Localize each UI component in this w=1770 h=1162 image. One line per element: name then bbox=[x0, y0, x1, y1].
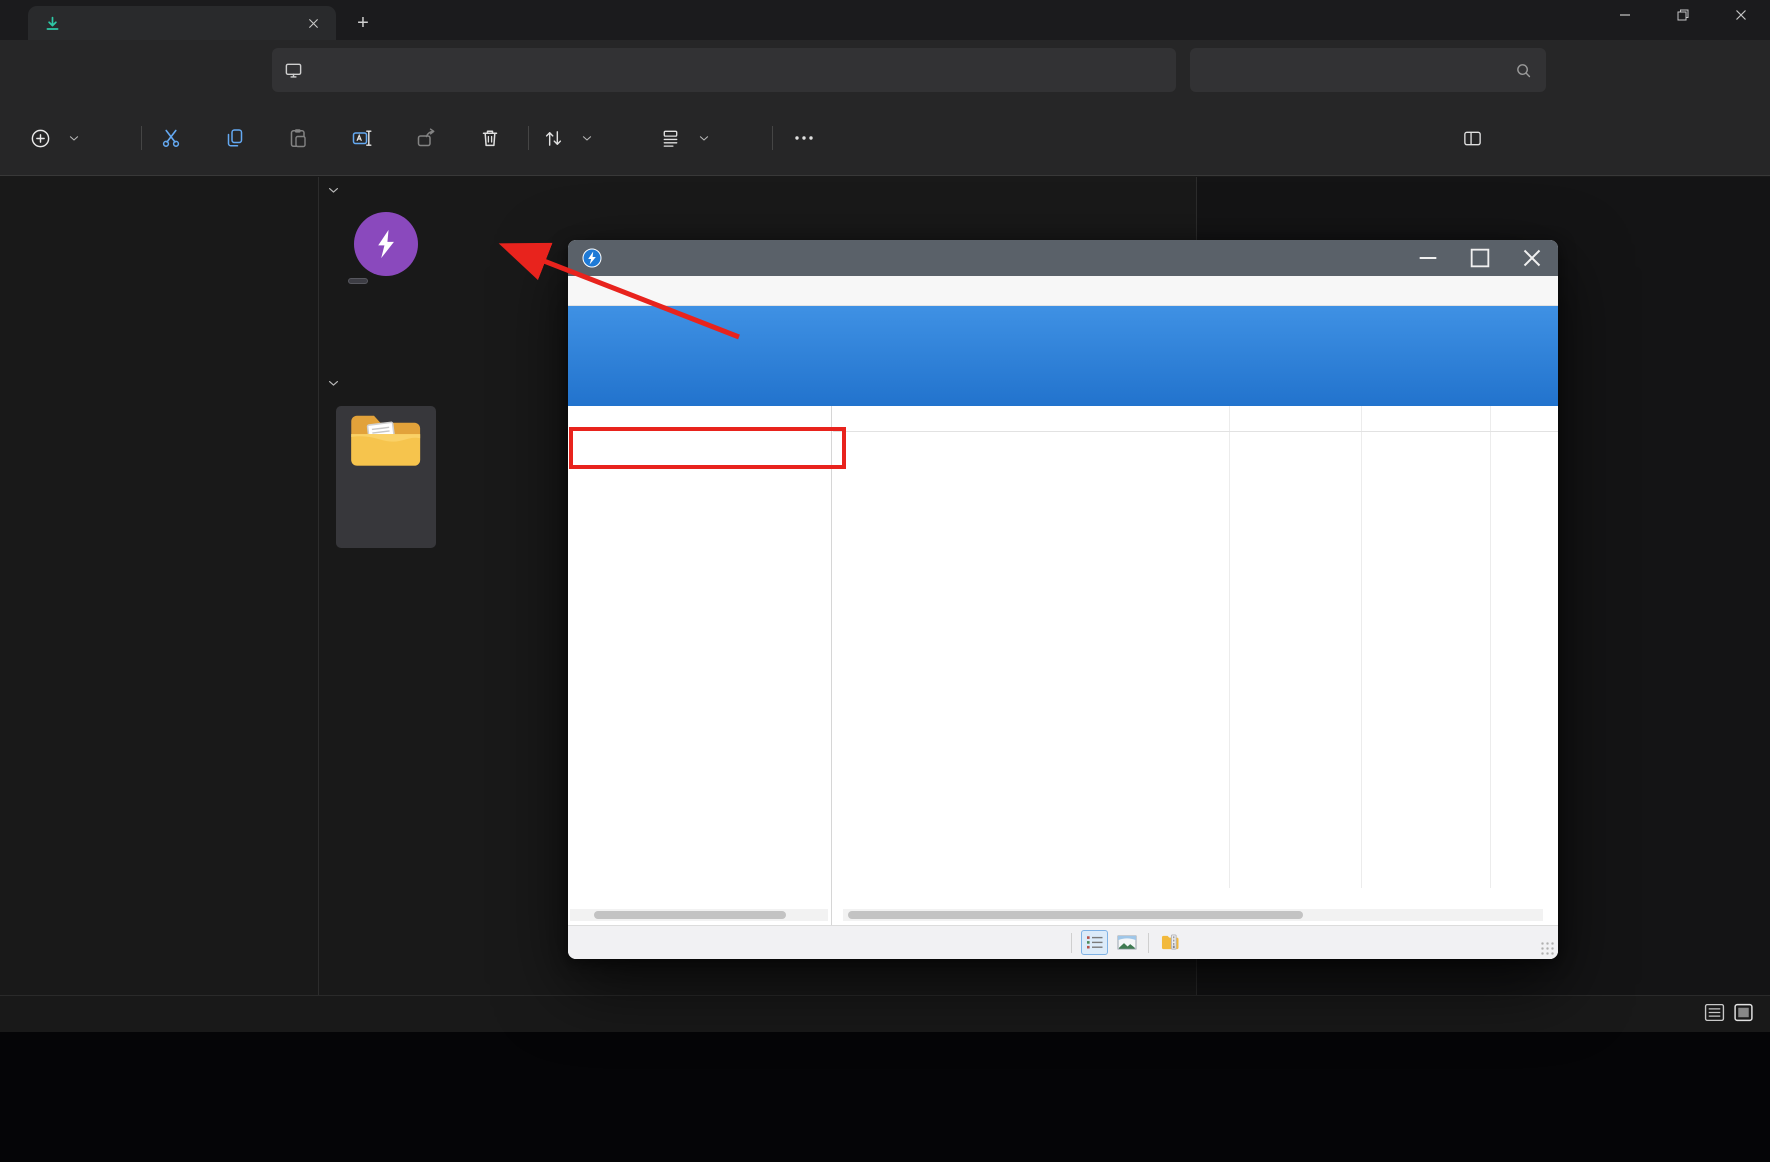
explorer-status-bar bbox=[0, 995, 1770, 1032]
more-button[interactable] bbox=[784, 118, 824, 158]
view-button[interactable] bbox=[660, 118, 709, 158]
horizontal-scrollbar[interactable] bbox=[843, 909, 1543, 921]
details-view-icon[interactable] bbox=[1704, 1003, 1725, 1022]
chevron-down-icon bbox=[699, 135, 709, 141]
column-divider bbox=[1361, 406, 1362, 888]
desktop-area bbox=[0, 1032, 1770, 1162]
rar-file-icon bbox=[348, 212, 418, 284]
minimize-icon[interactable] bbox=[1596, 0, 1654, 30]
copy-button[interactable] bbox=[215, 118, 255, 158]
group-header-earlier[interactable] bbox=[328, 380, 348, 387]
divider bbox=[528, 126, 529, 150]
preview-button[interactable] bbox=[1462, 118, 1492, 158]
paste-icon bbox=[287, 127, 309, 149]
maximize-icon[interactable] bbox=[1454, 240, 1506, 276]
bandizip-content bbox=[568, 406, 1558, 925]
explorer-sidebar bbox=[0, 177, 318, 995]
archive-folder-toggle[interactable] bbox=[1156, 930, 1183, 955]
chevron-down-icon bbox=[328, 380, 339, 387]
folder-item-selected[interactable] bbox=[336, 406, 436, 548]
cut-button[interactable] bbox=[151, 118, 191, 158]
scrollbar-thumb[interactable] bbox=[594, 911, 786, 919]
tab-close-icon[interactable] bbox=[300, 10, 326, 36]
bandizip-window-controls bbox=[1402, 240, 1558, 276]
copy-icon bbox=[224, 127, 246, 149]
view-icon bbox=[660, 128, 681, 149]
share-button[interactable] bbox=[406, 118, 446, 158]
preview-icon bbox=[1462, 128, 1483, 149]
new-tab-button[interactable]: + bbox=[348, 8, 378, 38]
rar-file-item[interactable] bbox=[336, 212, 436, 288]
chevron-down-icon bbox=[582, 135, 592, 141]
plus-circle-icon bbox=[30, 128, 51, 149]
list-view-icon bbox=[1085, 934, 1105, 951]
explorer-command-bar bbox=[0, 100, 1770, 176]
thumbnail-view-icon[interactable] bbox=[1733, 1003, 1754, 1022]
close-icon[interactable] bbox=[1712, 0, 1770, 30]
monitor-icon bbox=[284, 61, 303, 80]
minimize-icon[interactable] bbox=[1402, 240, 1454, 276]
download-icon bbox=[44, 15, 61, 32]
scrollbar-thumb[interactable] bbox=[848, 911, 1303, 919]
explorer-window-controls bbox=[1596, 0, 1770, 30]
bandizip-status-bar bbox=[568, 925, 1558, 959]
more-icon bbox=[794, 135, 814, 141]
explorer-tab-bar: + bbox=[0, 0, 1770, 40]
forward-button[interactable] bbox=[86, 54, 120, 86]
delete-button[interactable] bbox=[470, 118, 510, 158]
zip-folder-icon bbox=[1160, 934, 1180, 951]
breadcrumb[interactable] bbox=[272, 48, 1176, 92]
bandizip-toolbar bbox=[568, 306, 1558, 406]
sort-button[interactable] bbox=[543, 118, 592, 158]
chevron-down-icon bbox=[69, 135, 79, 141]
rar-badge bbox=[348, 278, 368, 284]
restore-icon[interactable] bbox=[1654, 0, 1712, 30]
bandizip-menu-bar bbox=[568, 276, 1558, 306]
bandizip-logo-icon bbox=[582, 248, 602, 268]
tab-downloads[interactable] bbox=[28, 6, 336, 40]
new-button[interactable] bbox=[30, 118, 79, 158]
chevron-down-icon bbox=[328, 187, 339, 194]
search-input[interactable] bbox=[1190, 48, 1546, 92]
up-button[interactable] bbox=[150, 54, 184, 86]
list-view-toggle[interactable] bbox=[1081, 930, 1108, 955]
share-icon bbox=[415, 127, 437, 149]
divider bbox=[1148, 933, 1149, 953]
screenshot-stage: + bbox=[0, 0, 1770, 1162]
view-toggles bbox=[1704, 1003, 1754, 1022]
folder-icon bbox=[348, 412, 424, 472]
cut-icon bbox=[160, 127, 182, 149]
back-button[interactable] bbox=[22, 54, 56, 86]
paste-button[interactable] bbox=[278, 118, 318, 158]
column-divider bbox=[1490, 406, 1491, 888]
archive-file-list bbox=[833, 406, 1558, 925]
bandizip-window bbox=[568, 240, 1558, 959]
image-view-toggle[interactable] bbox=[1113, 930, 1140, 955]
list-header bbox=[833, 406, 1558, 432]
column-divider bbox=[1229, 406, 1230, 888]
divider bbox=[318, 177, 319, 995]
rename-icon bbox=[351, 127, 373, 149]
divider bbox=[772, 126, 773, 150]
image-view-icon bbox=[1117, 934, 1137, 951]
close-icon[interactable] bbox=[1506, 240, 1558, 276]
refresh-button[interactable] bbox=[213, 54, 247, 86]
search-icon bbox=[1515, 62, 1532, 79]
trash-icon bbox=[479, 127, 501, 149]
rename-button[interactable] bbox=[342, 118, 382, 158]
sort-icon bbox=[543, 128, 564, 149]
archive-tree-panel bbox=[568, 406, 832, 925]
divider bbox=[141, 126, 142, 150]
divider bbox=[1071, 933, 1072, 953]
bandizip-title-bar[interactable] bbox=[568, 240, 1558, 276]
explorer-nav-bar bbox=[0, 40, 1770, 100]
resize-grip[interactable] bbox=[1540, 941, 1554, 955]
group-header-today[interactable] bbox=[328, 187, 348, 194]
horizontal-scrollbar[interactable] bbox=[570, 909, 828, 921]
